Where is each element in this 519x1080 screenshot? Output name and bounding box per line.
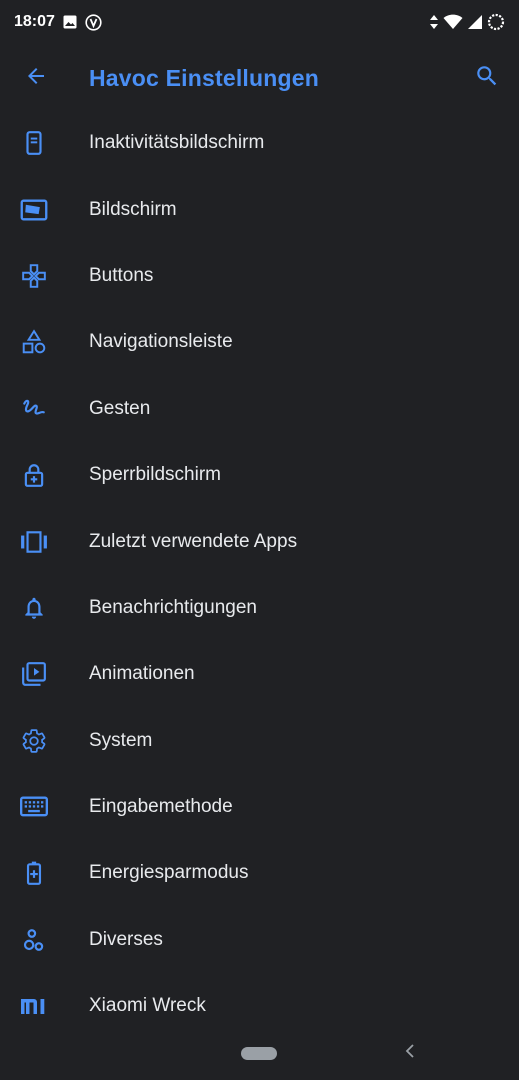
status-right <box>429 13 505 31</box>
battery-plus-icon <box>20 859 48 887</box>
list-item-gesten[interactable]: Gesten <box>0 376 519 442</box>
page-title: Havoc Einstellungen <box>89 65 320 91</box>
keyboard-icon <box>20 793 48 821</box>
chevron-left-icon <box>404 1043 416 1064</box>
list-item-label: Sperrbildschirm <box>89 464 221 486</box>
list-item-benachrichtigungen[interactable]: Benachrichtigungen <box>0 575 519 641</box>
list-item-system[interactable]: System <box>0 708 519 774</box>
list-item-buttons[interactable]: Buttons <box>0 243 519 309</box>
status-bar: 18:07 <box>0 0 519 44</box>
wifi-icon <box>443 14 463 30</box>
list-item-sperrbildschirm[interactable]: Sperrbildschirm <box>0 442 519 508</box>
search-button[interactable] <box>465 56 509 100</box>
list-item-xiaomi-wreck[interactable]: Xiaomi Wreck <box>0 973 519 1039</box>
mi-logo-icon <box>20 992 48 1020</box>
home-pill-button[interactable] <box>241 1047 277 1060</box>
list-item-label: Buttons <box>89 264 154 286</box>
list-item-label: Diverses <box>89 928 163 950</box>
list-item-energiesparmodus[interactable]: Energiesparmodus <box>0 840 519 906</box>
nav-back-button[interactable] <box>400 1042 420 1064</box>
list-item-label: Xiaomi Wreck <box>89 995 206 1017</box>
bell-icon <box>20 594 48 622</box>
bubbles-icon <box>20 926 48 954</box>
gamepad-icon <box>20 262 48 290</box>
list-item-navigationsleiste[interactable]: Navigationsleiste <box>0 309 519 375</box>
list-item-label: Energiesparmodus <box>89 862 249 884</box>
display-icon <box>20 196 48 224</box>
list-item-eingabemethode[interactable]: Eingabemethode <box>0 774 519 840</box>
list-item-label: Animationen <box>89 663 195 685</box>
list-item-label: System <box>89 729 153 751</box>
list-item-label: Bildschirm <box>89 198 177 220</box>
image-icon <box>63 15 77 29</box>
signal-icon <box>467 14 483 30</box>
arrow-back-icon <box>24 64 48 93</box>
battery-charging-icon <box>487 13 505 31</box>
status-time: 18:07 <box>14 13 55 30</box>
app-toolbar: Havoc Einstellungen <box>0 44 519 112</box>
phone-screen-icon <box>20 129 48 157</box>
list-item-label: Navigationsleiste <box>89 331 233 353</box>
list-item-label: Inaktivitätsbildschirm <box>89 132 265 154</box>
settings-list: Inaktivitätsbildschirm Bildschirm Button… <box>0 110 519 1039</box>
list-item-diverses[interactable]: Diverses <box>0 907 519 973</box>
system-nav-bar <box>0 1032 519 1080</box>
list-item-label: Benachrichtigungen <box>89 596 257 618</box>
gear-icon <box>20 727 48 755</box>
list-item-animationen[interactable]: Animationen <box>0 641 519 707</box>
lock-plus-icon <box>20 461 48 489</box>
list-item-inaktivitaetsbildschirm[interactable]: Inaktivitätsbildschirm <box>0 110 519 176</box>
back-button[interactable] <box>14 56 58 100</box>
shapes-icon <box>20 328 48 356</box>
list-item-label: Gesten <box>89 397 151 419</box>
search-icon <box>474 63 500 94</box>
video-library-icon <box>20 660 48 688</box>
list-item-bildschirm[interactable]: Bildschirm <box>0 176 519 242</box>
gesture-icon <box>20 395 48 423</box>
list-item-label: Zuletzt verwendete Apps <box>89 530 298 552</box>
carousel-icon <box>20 528 48 556</box>
status-left: 18:07 <box>14 13 102 31</box>
list-item-label: Eingabemethode <box>89 796 233 818</box>
vpn-v-icon <box>85 13 102 31</box>
data-arrows-icon <box>429 14 439 30</box>
list-item-zuletzt-verwendete-apps[interactable]: Zuletzt verwendete Apps <box>0 508 519 574</box>
